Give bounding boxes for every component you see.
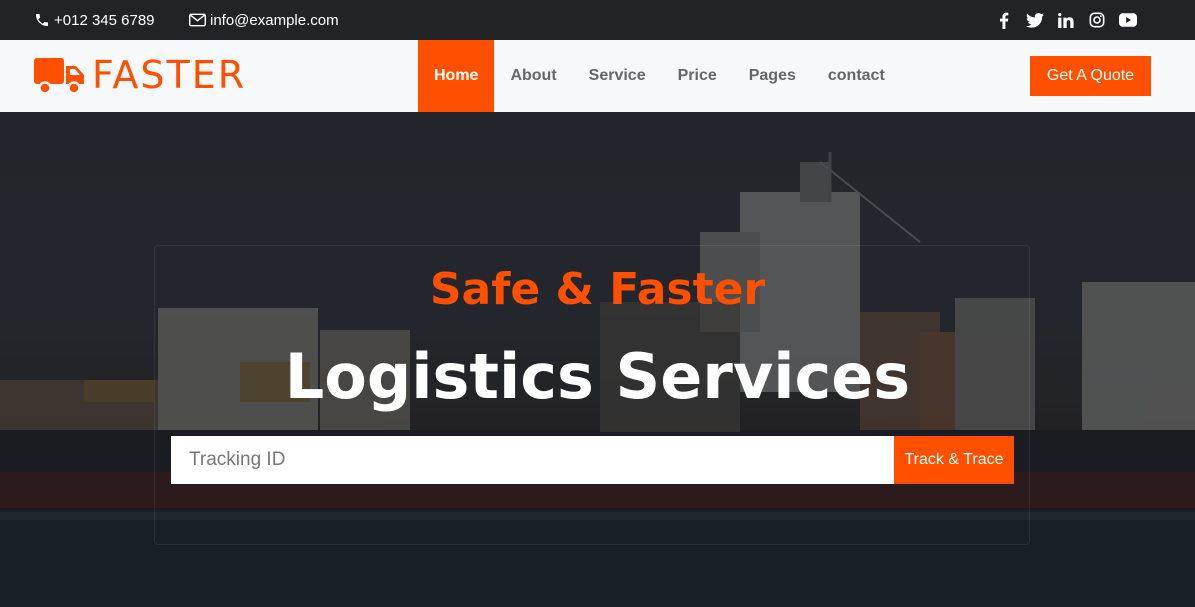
hero-subtitle: Safe & Faster <box>429 264 766 315</box>
phone-number: +012 345 6789 <box>54 11 155 29</box>
youtube-icon[interactable] <box>1119 11 1137 29</box>
hero-section: Safe & Faster Logistics Services Track &… <box>0 112 1195 607</box>
nav-item-pages[interactable]: Pages <box>733 40 812 112</box>
track-and-trace-button[interactable]: Track & Trace <box>894 436 1014 484</box>
envelope-icon <box>189 13 206 27</box>
nav-item-service[interactable]: Service <box>573 40 662 112</box>
hero-title: Logistics Services <box>284 340 911 413</box>
tracking-form: Track & Trace <box>171 436 1014 484</box>
twitter-icon[interactable] <box>1026 11 1044 29</box>
get-quote-button[interactable]: Get A Quote <box>1030 56 1151 96</box>
brand-logo[interactable]: FASTER <box>34 53 247 97</box>
brand-name: FASTER <box>92 53 247 97</box>
main-navbar: FASTER Home About Service Price Pages co… <box>0 40 1195 112</box>
nav-item-home[interactable]: Home <box>418 40 495 112</box>
phone-contact[interactable]: +012 345 6789 <box>34 0 155 40</box>
phone-icon <box>36 14 48 26</box>
email-address: info@example.com <box>210 11 339 29</box>
instagram-icon[interactable] <box>1088 11 1106 29</box>
nav-item-about[interactable]: About <box>494 40 572 112</box>
social-links <box>995 0 1137 40</box>
tracking-id-input[interactable] <box>171 436 894 484</box>
nav-item-price[interactable]: Price <box>662 40 733 112</box>
top-bar: +012 345 6789 info@example.com <box>0 0 1195 40</box>
linkedin-icon[interactable] <box>1057 11 1075 29</box>
email-contact[interactable]: info@example.com <box>189 0 339 40</box>
nav-menu: Home About Service Price Pages contact <box>418 40 901 112</box>
truck-icon <box>34 58 84 95</box>
facebook-icon[interactable] <box>995 11 1013 29</box>
nav-item-contact[interactable]: contact <box>812 40 901 112</box>
